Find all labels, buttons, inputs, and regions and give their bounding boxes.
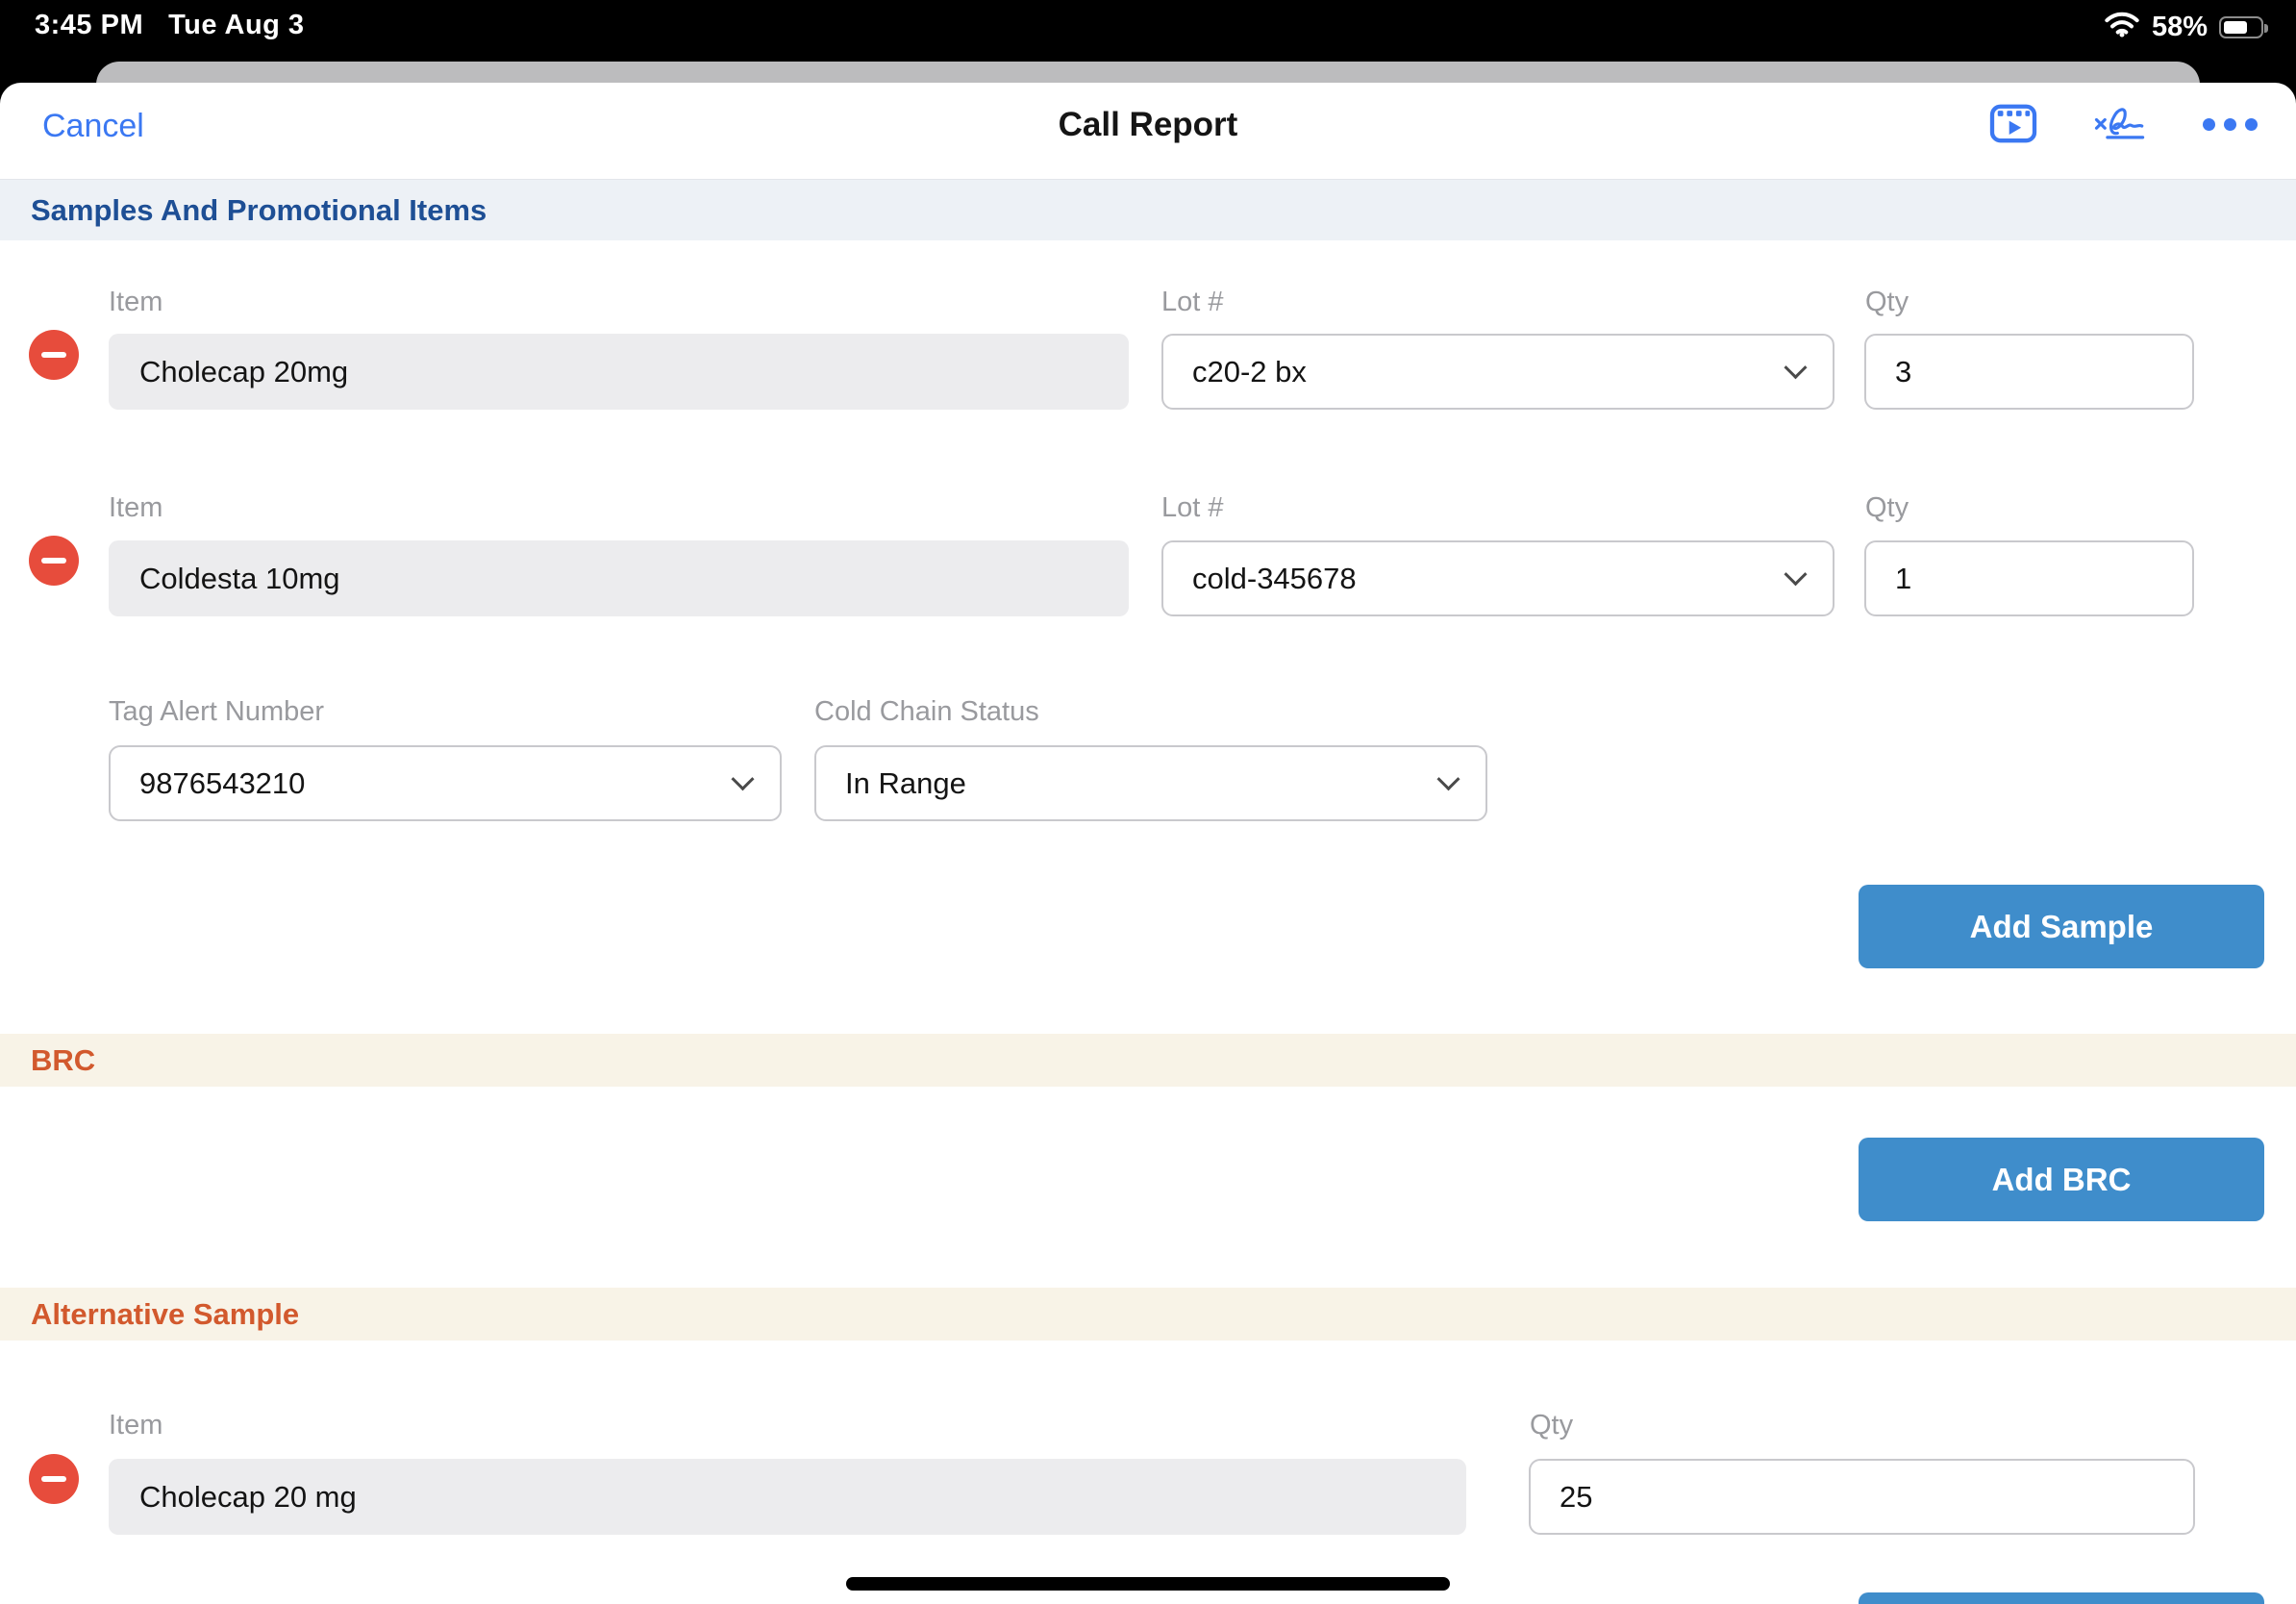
home-indicator[interactable] — [846, 1577, 1450, 1591]
lot-label: Lot # — [1161, 492, 1224, 524]
qty-label: Qty — [1865, 492, 1909, 524]
item-label: Item — [109, 1410, 162, 1441]
section-title: Samples And Promotional Items — [31, 193, 487, 228]
item-value: Coldesta 10mg — [139, 562, 340, 596]
qty-label: Qty — [1530, 1410, 1573, 1441]
item-label: Item — [109, 287, 162, 318]
status-right: 58% — [2104, 10, 2263, 45]
chevron-down-icon — [1436, 767, 1460, 790]
section-header-alternative-sample: Alternative Sample — [0, 1288, 2296, 1341]
wifi-icon — [2104, 10, 2140, 45]
tag-alert-label: Tag Alert Number — [109, 696, 324, 728]
item-field[interactable]: Coldesta 10mg — [109, 540, 1129, 616]
chevron-down-icon — [1784, 356, 1807, 379]
chevron-down-icon — [1784, 563, 1807, 586]
minus-icon — [41, 1476, 66, 1482]
qty-value: 25 — [1560, 1480, 1592, 1515]
partial-add-button[interactable] — [1859, 1592, 2264, 1604]
qty-value: 1 — [1895, 562, 1911, 596]
nav-bar: Cancel Call Report — [0, 83, 2296, 179]
chevron-down-icon — [731, 767, 754, 790]
qty-label: Qty — [1865, 287, 1909, 318]
nav-actions — [1989, 102, 2258, 147]
lot-label: Lot # — [1161, 287, 1224, 318]
lot-value: c20-2 bx — [1192, 355, 1307, 389]
add-brc-button[interactable]: Add BRC — [1859, 1138, 2264, 1221]
add-sample-button[interactable]: Add Sample — [1859, 885, 2264, 968]
status-date: Tue Aug 3 — [168, 10, 304, 41]
page-title: Call Report — [0, 106, 2296, 144]
signature-icon — [2093, 102, 2147, 147]
status-left: 3:45 PM Tue Aug 3 — [35, 10, 305, 41]
item-label: Item — [109, 492, 162, 524]
signature-button[interactable] — [2093, 102, 2147, 147]
cold-chain-label: Cold Chain Status — [814, 696, 1039, 728]
remove-sample-row-2-button[interactable] — [29, 536, 79, 586]
section-title: Alternative Sample — [31, 1297, 299, 1332]
cold-chain-dropdown[interactable]: In Range — [814, 745, 1487, 821]
media-preview-icon — [1989, 102, 2037, 147]
section-header-samples: Samples And Promotional Items — [0, 179, 2296, 240]
lot-value: cold-345678 — [1192, 562, 1357, 596]
lot-dropdown[interactable]: c20-2 bx — [1161, 334, 1834, 410]
battery-icon — [2219, 16, 2263, 38]
remove-alternative-sample-button[interactable] — [29, 1454, 79, 1504]
more-options-button[interactable] — [2203, 118, 2258, 131]
minus-icon — [41, 352, 66, 358]
more-icon — [2203, 118, 2258, 131]
tag-alert-value: 9876543210 — [139, 766, 305, 801]
remove-sample-row-1-button[interactable] — [29, 330, 79, 380]
section-header-brc: BRC — [0, 1034, 2296, 1087]
item-value: Cholecap 20 mg — [139, 1480, 357, 1515]
item-field[interactable]: Cholecap 20 mg — [109, 1459, 1466, 1535]
minus-icon — [41, 558, 66, 564]
section-title: BRC — [31, 1043, 95, 1078]
item-field[interactable]: Cholecap 20mg — [109, 334, 1129, 410]
call-report-modal: Cancel Call Report — [0, 83, 2296, 1604]
media-preview-button[interactable] — [1989, 102, 2037, 147]
ipad-screen: 3:45 PM Tue Aug 3 58% — [0, 0, 2296, 1604]
qty-input[interactable]: 1 — [1864, 540, 2194, 616]
status-time: 3:45 PM — [35, 10, 143, 41]
qty-value: 3 — [1895, 355, 1911, 389]
status-bar: 3:45 PM Tue Aug 3 58% — [0, 0, 2296, 58]
lot-dropdown[interactable]: cold-345678 — [1161, 540, 1834, 616]
cold-chain-value: In Range — [845, 766, 966, 801]
item-value: Cholecap 20mg — [139, 355, 348, 389]
qty-input[interactable]: 3 — [1864, 334, 2194, 410]
battery-percent: 58% — [2152, 12, 2208, 43]
tag-alert-dropdown[interactable]: 9876543210 — [109, 745, 782, 821]
qty-input[interactable]: 25 — [1529, 1459, 2195, 1535]
